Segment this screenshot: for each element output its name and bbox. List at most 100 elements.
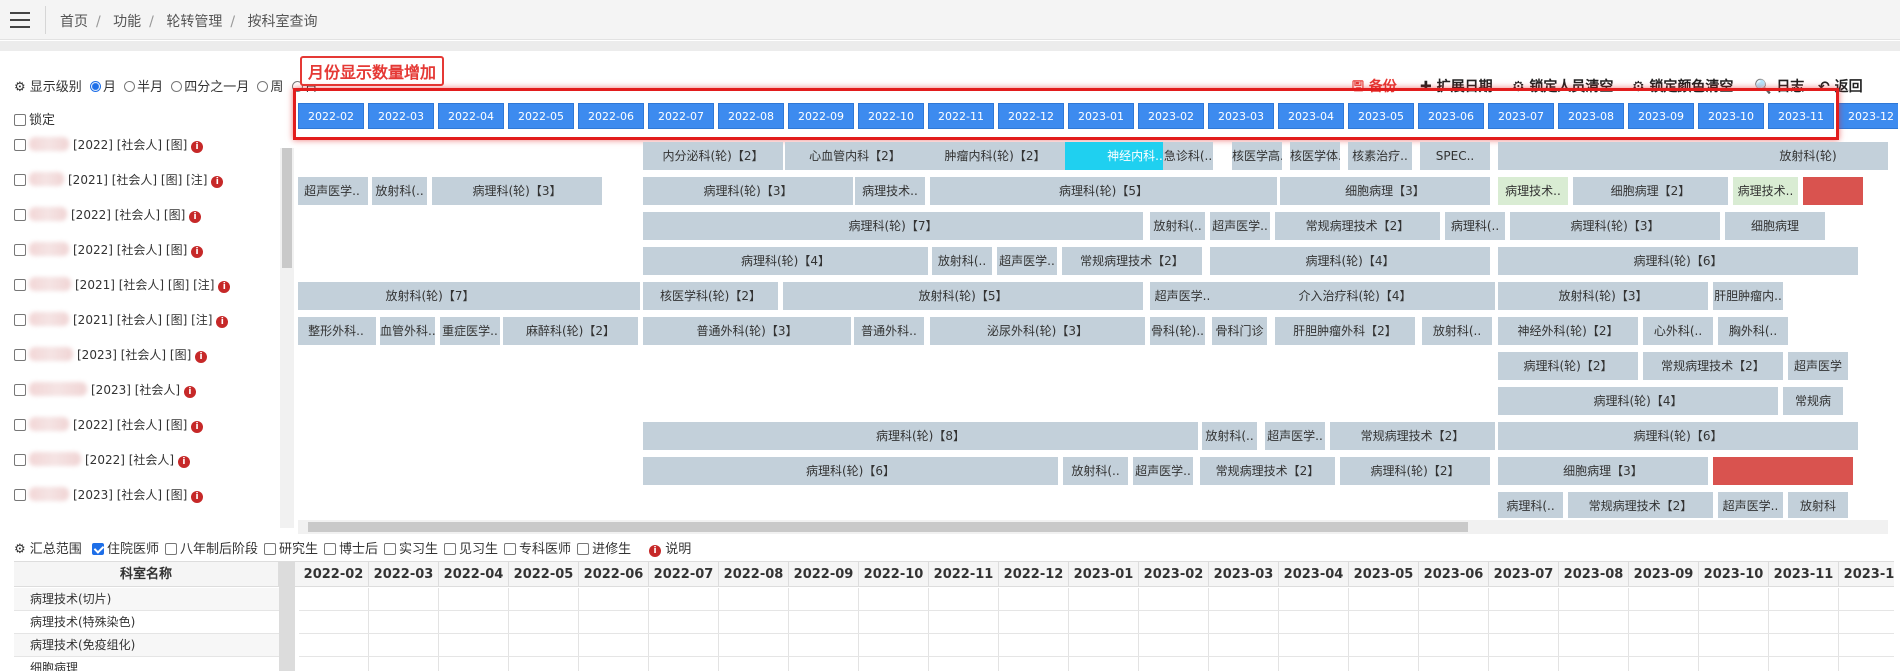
schedule-cell[interactable]: 常规病理技术【2】 <box>1200 457 1335 485</box>
schedule-cell[interactable]: 放射科(轮)【5】 <box>783 282 1143 310</box>
checkbox-icon[interactable] <box>14 384 26 396</box>
schedule-cell[interactable]: 病理科(轮)【5】 <box>930 177 1277 205</box>
checkbox-icon[interactable] <box>164 543 177 555</box>
schedule-cell[interactable]: 常规病理技术【2】 <box>1568 492 1713 518</box>
schedule-cell[interactable]: 放射科(.. <box>1422 317 1492 345</box>
schedule-cell[interactable]: 病理科(轮)【4】 <box>1210 247 1490 275</box>
help-link[interactable]: i 说明 <box>649 542 691 557</box>
schedule-cell[interactable]: 重症医学.. <box>440 317 500 345</box>
schedule-cell[interactable]: 核素治疗.. <box>1348 142 1412 170</box>
level-quarter[interactable]: 四分之一月 <box>171 80 249 95</box>
person-row[interactable]: [2022] [社会人] [图] i <box>14 416 204 436</box>
schedule-cell[interactable]: 常规病理技术【2】 <box>1643 352 1783 380</box>
checkbox-icon[interactable] <box>14 114 26 126</box>
person-row[interactable]: [2021] [社会人] [图] [注] i <box>14 276 231 296</box>
schedule-cell[interactable]: 放射科(轮)【7】 <box>298 282 640 310</box>
radio-icon[interactable] <box>171 81 183 92</box>
scroll-thumb[interactable] <box>308 522 1468 532</box>
summary-option[interactable]: 八年制后阶段 <box>164 542 258 557</box>
schedule-cell[interactable]: 超声医学.. <box>1133 457 1193 485</box>
radio-icon[interactable] <box>124 81 136 92</box>
schedule-cell[interactable]: 常规病 <box>1783 387 1843 415</box>
info-icon[interactable]: i <box>191 141 204 153</box>
schedule-cell[interactable]: 放射科(.. <box>372 177 427 205</box>
summary-option[interactable]: 专科医师 <box>504 542 571 557</box>
radio-icon[interactable] <box>257 81 269 92</box>
level-halfmonth[interactable]: 半月 <box>124 80 163 95</box>
schedule-cell[interactable]: 内分泌科(轮)【2】 <box>643 142 783 170</box>
breadcrumb-rotation[interactable]: 轮转管理 <box>166 14 222 30</box>
checkbox-icon[interactable] <box>14 314 26 326</box>
checkbox-icon[interactable] <box>14 349 26 361</box>
schedule-cell[interactable]: 泌尿外科(轮)【3】 <box>930 317 1145 345</box>
schedule-cell[interactable]: 麻醉科(轮)【2】 <box>503 317 638 345</box>
schedule-cell[interactable]: 放射科(.. <box>1202 422 1257 450</box>
info-icon[interactable]: i <box>183 386 196 398</box>
schedule-cell[interactable]: 病理科(轮)【4】 <box>1498 387 1778 415</box>
summary-option[interactable]: 进修生 <box>577 542 631 557</box>
schedule-cell[interactable]: 普通外科.. <box>854 317 924 345</box>
checkbox-icon[interactable] <box>577 543 590 555</box>
checkbox-icon[interactable] <box>14 174 26 186</box>
schedule-cell[interactable]: 病理科(轮)【8】 <box>643 422 1198 450</box>
schedule-cell[interactable]: 放射科(.. <box>932 247 992 275</box>
checkbox-icon[interactable] <box>14 489 26 501</box>
checkbox-icon[interactable] <box>14 419 26 431</box>
info-icon[interactable]: i <box>189 211 202 223</box>
checkbox-icon[interactable] <box>444 543 457 555</box>
schedule-cell[interactable]: 病理科(轮)【6】 <box>1498 422 1858 450</box>
person-row[interactable]: [2023] [社会人] [图] i <box>14 486 204 506</box>
info-icon[interactable]: i <box>191 421 204 433</box>
info-icon[interactable]: i <box>195 351 208 363</box>
schedule-cell[interactable]: 病理科(轮)【3】 <box>432 177 602 205</box>
scroll-thumb[interactable] <box>282 148 292 268</box>
checkbox-icon[interactable] <box>504 543 517 555</box>
schedule-cell[interactable]: 病理科(轮)【2】 <box>1340 457 1490 485</box>
schedule-cell[interactable]: 胸外科(.. <box>1718 317 1788 345</box>
schedule-cell[interactable]: 病理科(轮)【6】 <box>643 457 1058 485</box>
info-icon[interactable]: i <box>177 456 190 468</box>
checkbox-icon[interactable] <box>14 209 26 221</box>
schedule-cell[interactable]: 放射科 <box>1788 492 1848 518</box>
schedule-cell[interactable]: 核医学高.. <box>1232 142 1282 170</box>
schedule-cell[interactable]: 病理科(.. <box>1498 492 1563 518</box>
info-icon[interactable]: i <box>191 491 204 503</box>
schedule-cell[interactable]: 超声医学.. <box>1150 282 1215 310</box>
level-month[interactable]: 月 <box>89 80 116 95</box>
checkbox-icon[interactable] <box>263 543 276 555</box>
schedule-cell[interactable]: 病理科(轮)【7】 <box>643 212 1143 240</box>
info-icon[interactable]: i <box>211 176 224 188</box>
summary-option[interactable]: 见习生 <box>444 542 498 557</box>
schedule-cell[interactable]: 心外科(.. <box>1643 317 1713 345</box>
summary-option[interactable]: 住院医师 <box>91 542 159 557</box>
schedule-cell[interactable]: 肝胆肿瘤外科【2】 <box>1275 317 1415 345</box>
schedule-cell[interactable]: 超声医学.. <box>1718 492 1783 518</box>
schedule-cell[interactable]: 介入治疗科(轮)【4】 <box>1215 282 1495 310</box>
checkbox-icon[interactable] <box>14 454 26 466</box>
schedule-cell[interactable]: 细胞病理 <box>1725 212 1825 240</box>
schedule-cell[interactable]: 放射科(.. <box>1063 457 1128 485</box>
schedule-cell[interactable] <box>1713 457 1853 485</box>
schedule-scrollbar[interactable] <box>298 520 1888 534</box>
schedule-cell[interactable]: 超声医学.. <box>1265 422 1325 450</box>
schedule-cell[interactable]: 神经外科(轮)【2】 <box>1498 317 1638 345</box>
schedule-cell[interactable]: SPEC.. <box>1420 142 1490 170</box>
person-row[interactable]: [2021] [社会人] [图] [注] i <box>14 171 224 191</box>
checkbox-icon[interactable] <box>384 543 397 555</box>
person-row[interactable]: [2023] [社会人] [图] i <box>14 346 208 366</box>
schedule-cell[interactable]: 病理科(轮)【4】 <box>643 247 928 275</box>
person-row[interactable]: [2022] [社会人] [图] i <box>14 136 204 156</box>
schedule-cell[interactable]: 血管外科.. <box>380 317 435 345</box>
schedule-cell[interactable]: 普通外科(轮)【3】 <box>643 317 851 345</box>
schedule-cell[interactable]: 细胞病理【3】 <box>1280 177 1490 205</box>
schedule-cell[interactable]: 骨科门诊 <box>1212 317 1267 345</box>
schedule-cell[interactable]: 肝胆肿瘤内.. <box>1713 282 1783 310</box>
schedule-cell[interactable]: 常规病理技术【2】 <box>1330 422 1495 450</box>
schedule-cell[interactable]: 常规病理技术【2】 <box>1062 247 1202 275</box>
schedule-cell[interactable]: 放射科(.. <box>1150 212 1205 240</box>
schedule-cell[interactable]: 病理科(轮)【3】 <box>1510 212 1720 240</box>
checkbox-icon[interactable] <box>14 244 26 256</box>
schedule-cell[interactable]: 病理科(轮)【2】 <box>1498 352 1638 380</box>
radio-icon[interactable] <box>89 81 101 92</box>
checkbox-icon[interactable] <box>91 543 104 555</box>
